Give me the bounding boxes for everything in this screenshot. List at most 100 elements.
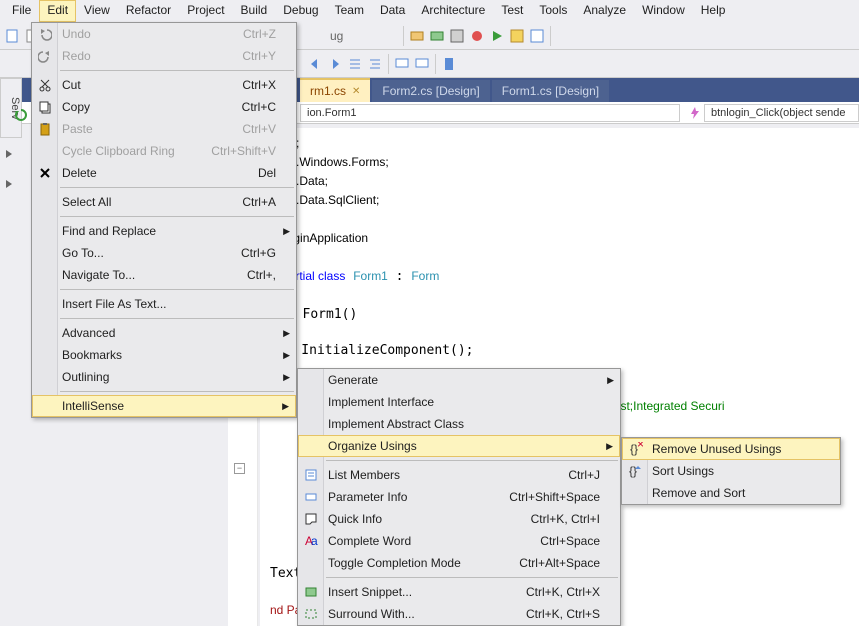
tool-icon-7[interactable] [528, 27, 546, 45]
intel-item-list-members[interactable]: List MembersCtrl+J [298, 464, 620, 486]
menu-help[interactable]: Help [693, 0, 734, 22]
intel-item-generate[interactable]: Generate▶ [298, 369, 620, 391]
collapse-toggle-icon[interactable]: − [234, 463, 245, 474]
edit-item-cycle-clipboard-ring[interactable]: Cycle Clipboard Ring Ctrl+Shift+V [32, 140, 296, 162]
edit-item-undo[interactable]: UndoCtrl+Z [32, 23, 296, 45]
menu-item-label: Cycle Clipboard Ring [62, 144, 175, 158]
menu-shortcut: Ctrl+X [242, 78, 276, 92]
list-members-icon [303, 467, 319, 483]
edit-item-insert-file-as-text[interactable]: Insert File As Text... [32, 293, 296, 315]
menu-view[interactable]: View [76, 0, 118, 22]
edit-item-advanced[interactable]: Advanced▶ [32, 322, 296, 344]
menu-tools[interactable]: Tools [531, 0, 575, 22]
menu-shortcut: Ctrl+C [242, 100, 276, 114]
tool-icon-2[interactable] [428, 27, 446, 45]
menu-architecture[interactable]: Architecture [413, 0, 493, 22]
submenu-arrow-icon: ▶ [606, 441, 613, 452]
edit-item-select-all[interactable]: Select AllCtrl+A [32, 191, 296, 213]
undo-icon [37, 26, 53, 42]
org-item-remove-and-sort[interactable]: Remove and Sort [622, 482, 840, 504]
menu-refactor[interactable]: Refactor [118, 0, 179, 22]
menu-shortcut: Ctrl+Shift+V [211, 144, 276, 158]
menu-analyze[interactable]: Analyze [575, 0, 634, 22]
edit-item-cut[interactable]: Cut Ctrl+X [32, 74, 296, 96]
menu-separator [326, 460, 618, 461]
menu-window[interactable]: Window [634, 0, 693, 22]
edit-item-navigate-to[interactable]: Navigate To...Ctrl+, [32, 264, 296, 286]
tab-form1-design[interactable]: Form1.cs [Design] [492, 80, 609, 102]
intel-item-organize-usings[interactable]: Organize Usings ▶ [298, 435, 620, 457]
edit-item-delete[interactable]: DeleteDel [32, 162, 296, 184]
new-project-icon[interactable] [4, 27, 22, 45]
intellisense-submenu: Generate▶ Implement Interface Implement Ab… [297, 368, 621, 626]
menu-test[interactable]: Test [493, 0, 531, 22]
menu-item-label: Paste [62, 122, 93, 136]
nav-fwd-icon[interactable] [326, 55, 344, 73]
chevron-right-icon[interactable] [4, 148, 14, 158]
tab-label: rm1.cs [310, 84, 346, 98]
comment-icon[interactable] [393, 55, 411, 73]
nav-back-icon[interactable] [306, 55, 324, 73]
edit-item-bookmarks[interactable]: Bookmarks▶ [32, 344, 296, 366]
intel-item-complete-word[interactable]: AaComplete WordCtrl+Space [298, 530, 620, 552]
menu-shortcut: Ctrl+Alt+Space [519, 556, 600, 570]
refresh-icon[interactable] [14, 108, 28, 122]
edit-item-copy[interactable]: CopyCtrl+C [32, 96, 296, 118]
menu-item-label: Insert Snippet... [328, 585, 412, 599]
tool-icon-5[interactable] [488, 27, 506, 45]
menu-project[interactable]: Project [179, 0, 232, 22]
menu-shortcut: Ctrl+Shift+Space [509, 490, 600, 504]
menu-item-label: Cut [62, 78, 81, 92]
tab-label: Form2.cs [Design] [382, 84, 479, 98]
menu-build[interactable]: Build [233, 0, 276, 22]
menu-team[interactable]: Team [327, 0, 372, 22]
config-combo[interactable]: ug [326, 29, 347, 43]
edit-item-paste[interactable]: PasteCtrl+V [32, 118, 296, 140]
intel-item-quick-info[interactable]: Quick InfoCtrl+K, Ctrl+I [298, 508, 620, 530]
tab-form2-design[interactable]: Form2.cs [Design] [372, 80, 489, 102]
tool-icon-4[interactable] [468, 27, 486, 45]
menu-item-label: Implement Interface [328, 395, 434, 409]
param-info-icon [303, 489, 319, 505]
outdent-icon[interactable] [366, 55, 384, 73]
edit-item-find-and-replace[interactable]: Find and Replace▶ [32, 220, 296, 242]
chevron-right-icon[interactable] [4, 178, 14, 188]
menu-item-label: Select All [62, 195, 111, 209]
menu-shortcut: Del [258, 166, 276, 180]
edit-menu-dropdown: UndoCtrl+ZRedoCtrl+YCutCtrl+XCopyCtrl+CP… [31, 22, 297, 418]
menu-item-label: Quick Info [328, 512, 382, 526]
edit-item-intellisense[interactable]: IntelliSense▶ [32, 395, 296, 417]
menu-data[interactable]: Data [372, 0, 413, 22]
menu-edit[interactable]: Edit [39, 0, 76, 22]
intel-item-implement-interface[interactable]: Implement Interface [298, 391, 620, 413]
edit-item-redo[interactable]: RedoCtrl+Y [32, 45, 296, 67]
menu-shortcut: Ctrl+K, Ctrl+X [526, 585, 600, 599]
menu-file[interactable]: File [4, 0, 39, 22]
tool-icon-6[interactable] [508, 27, 526, 45]
bookmark-icon[interactable] [440, 55, 458, 73]
intel-item-toggle-completion-mode[interactable]: Toggle Completion ModeCtrl+Alt+Space [298, 552, 620, 574]
menu-item-label: Organize Usings [328, 439, 417, 453]
tool-icon-1[interactable] [408, 27, 426, 45]
edit-item-go-to[interactable]: Go To...Ctrl+G [32, 242, 296, 264]
menu-debug[interactable]: Debug [275, 0, 326, 22]
tab-form1-cs[interactable]: rm1.cs ✕ [300, 78, 370, 102]
edit-item-outlining[interactable]: Outlining▶ [32, 366, 296, 388]
redo-icon [37, 48, 53, 64]
sort-usings-icon: {} [627, 463, 643, 479]
submenu-arrow-icon: ▶ [607, 375, 614, 386]
intel-item-implement-abstract-class[interactable]: Implement Abstract Class [298, 413, 620, 435]
intel-item-parameter-info[interactable]: Parameter InfoCtrl+Shift+Space [298, 486, 620, 508]
uncomment-icon[interactable] [413, 55, 431, 73]
tool-icon-3[interactable] [448, 27, 466, 45]
intel-item-surround-with[interactable]: Surround With...Ctrl+K, Ctrl+S [298, 603, 620, 625]
org-item-remove-unused-usings[interactable]: {}×Remove Unused Usings [622, 438, 840, 460]
type-combo[interactable]: ion.Form1 [300, 104, 680, 122]
close-icon[interactable]: ✕ [352, 86, 360, 97]
submenu-arrow-icon: ▶ [282, 401, 289, 412]
indent-icon[interactable] [346, 55, 364, 73]
intel-item-insert-snippet[interactable]: Insert Snippet... Ctrl+K, Ctrl+X [298, 581, 620, 603]
menu-item-label: Remove Unused Usings [652, 442, 781, 456]
member-combo[interactable]: btnlogin_Click(object sende [704, 104, 859, 122]
org-item-sort-usings[interactable]: {}Sort Usings [622, 460, 840, 482]
